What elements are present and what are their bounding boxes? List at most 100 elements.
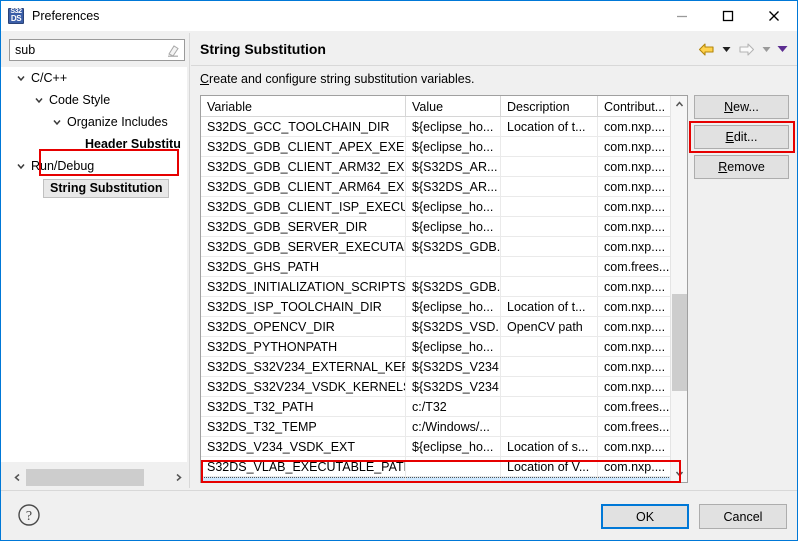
tree-item-code-style[interactable]: Code Style: [1, 89, 187, 111]
chevron-left-icon[interactable]: [9, 469, 26, 486]
cancel-button[interactable]: Cancel: [699, 504, 787, 529]
tree-item-label: Header Substitu: [85, 137, 181, 151]
table-row[interactable]: S32DS_GCC_TOOLCHAIN_DIR${eclipse_ho...Lo…: [201, 117, 687, 137]
table-row[interactable]: S32DS_S32V234_VSDK_KERNELS${S32DS_V234..…: [201, 377, 687, 397]
horizontal-scroll-thumb[interactable]: [26, 469, 144, 486]
chevron-down-icon[interactable]: [671, 465, 688, 482]
table-cell-contributor: com.nxp....: [598, 437, 669, 457]
table-row[interactable]: S32DS_PYTHONPATH${eclipse_ho...com.nxp..…: [201, 337, 687, 357]
table-cell-variable: S32DS_GDB_SERVER_EXECUTABLE_P...: [201, 237, 406, 257]
edit-button-label: dit...: [734, 130, 758, 144]
table-cell-value: c:/Windows/...: [406, 417, 501, 437]
filter-input[interactable]: sub: [9, 39, 185, 61]
table-cell-contributor: com.nxp....: [598, 457, 669, 477]
remove-button-label: emove: [727, 160, 765, 174]
table-row[interactable]: S32DS_S32V234_EXTERNAL_KERNELS${S32DS_V2…: [201, 357, 687, 377]
table-row[interactable]: S32DS_GDB_CLIENT_ISP_EXECUTAB...${eclips…: [201, 197, 687, 217]
chevron-up-icon[interactable]: [671, 96, 688, 113]
table-row[interactable]: S32DS_GDB_SERVER_EXECUTABLE_P...${S32DS_…: [201, 237, 687, 257]
table-cell-variable: S32DS_VSDK_DIR: [201, 477, 406, 483]
variables-table[interactable]: Variable Value Description Contribut... …: [200, 95, 688, 483]
column-header-variable[interactable]: Variable: [201, 96, 406, 117]
preferences-tree[interactable]: C/C++ Code Style Organize Includes Heade…: [1, 67, 187, 462]
new-button-mnemonic: N: [724, 100, 733, 114]
table-cell-value: ${S32DS_V234...: [406, 357, 501, 377]
arrow-right-icon[interactable]: [735, 39, 757, 59]
chevron-down-icon[interactable]: [13, 70, 29, 86]
column-header-description[interactable]: Description: [501, 96, 598, 117]
table-cell-description: [501, 257, 598, 277]
minimize-button[interactable]: [659, 1, 705, 31]
table-row[interactable]: S32DS_GHS_PATHcom.frees...: [201, 257, 687, 277]
table-cell-contributor: com.nxp....: [598, 337, 669, 357]
table-cell-variable: S32DS_OPENCV_DIR: [201, 317, 406, 337]
tree-item-string-substitution[interactable]: String Substitution: [1, 177, 187, 199]
table-cell-description: [501, 397, 598, 417]
table-row[interactable]: S32DS_ISP_TOOLCHAIN_DIR${eclipse_ho...Lo…: [201, 297, 687, 317]
caret-down-icon-menu[interactable]: [775, 39, 789, 59]
eraser-icon[interactable]: [165, 43, 180, 58]
maximize-button[interactable]: [705, 1, 751, 31]
table-row[interactable]: S32DS_GDB_CLIENT_ARM32_EXECU...${S32DS_A…: [201, 157, 687, 177]
tree-item-label: String Substitution: [43, 179, 169, 198]
window-controls: [659, 1, 797, 31]
table-cell-description: [501, 337, 598, 357]
table-cell-description: [501, 177, 598, 197]
edit-button[interactable]: Edit...: [694, 125, 789, 149]
table-vertical-scrollbar[interactable]: [670, 96, 687, 482]
close-button[interactable]: [751, 1, 797, 31]
edit-button-mnemonic: E: [726, 130, 734, 144]
table-cell-description: [501, 237, 598, 257]
header-divider: [191, 65, 797, 66]
table-cell-contributor: com.nxp....: [598, 477, 669, 483]
chevron-down-icon[interactable]: [49, 114, 65, 130]
tree-horizontal-scrollbar[interactable]: [9, 469, 187, 486]
table-cell-description: [501, 157, 598, 177]
tree-item-c-cpp[interactable]: C/C++: [1, 67, 187, 89]
window-title: Preferences: [32, 9, 99, 23]
table-cell-value: ${eclipse_ho...: [406, 477, 501, 483]
table-cell-variable: S32DS_GCC_TOOLCHAIN_DIR: [201, 117, 406, 137]
tree-item-header-substitution[interactable]: Header Substitu: [1, 133, 187, 155]
table-cell-description: Location of s...: [501, 437, 598, 457]
table-row[interactable]: S32DS_GDB_SERVER_DIR${eclipse_ho...com.n…: [201, 217, 687, 237]
chevron-right-icon[interactable]: [170, 469, 187, 486]
table-cell-variable: S32DS_S32V234_VSDK_KERNELS: [201, 377, 406, 397]
table-cell-contributor: com.nxp....: [598, 197, 669, 217]
table-row[interactable]: S32DS_GDB_CLIENT_APEX_EXECUTA...${eclips…: [201, 137, 687, 157]
table-row[interactable]: S32DS_GDB_CLIENT_ARM64_EXECU...${S32DS_A…: [201, 177, 687, 197]
s32ds-icon: S32 DS: [8, 8, 24, 24]
table-row[interactable]: S32DS_VLAB_EXECUTABLE_PATHLocation of V.…: [201, 457, 687, 477]
table-cell-contributor: com.nxp....: [598, 277, 669, 297]
table-cell-value: ${S32DS_GDB...: [406, 237, 501, 257]
tree-item-run-debug[interactable]: Run/Debug: [1, 155, 187, 177]
vertical-scroll-thumb[interactable]: [672, 294, 687, 391]
new-button[interactable]: New...: [694, 95, 789, 119]
caret-down-icon-back[interactable]: [719, 39, 733, 59]
table-row[interactable]: S32DS_INITIALIZATION_SCRIPTS_DIR${S32DS_…: [201, 277, 687, 297]
table-cell-variable: S32DS_GDB_CLIENT_APEX_EXECUTA...: [201, 137, 406, 157]
table-row[interactable]: S32DS_T32_TEMPc:/Windows/...com.frees...: [201, 417, 687, 437]
table-row[interactable]: S32DS_V234_VSDK_EXT${eclipse_ho...Locati…: [201, 437, 687, 457]
column-header-contributor[interactable]: Contribut...: [598, 96, 669, 117]
caret-down-icon-forward[interactable]: [759, 39, 773, 59]
table-cell-description: [501, 197, 598, 217]
table-cell-description: [501, 217, 598, 237]
panel-divider: [189, 33, 190, 488]
chevron-down-icon[interactable]: [13, 158, 29, 174]
table-row[interactable]: S32DS_OPENCV_DIR${S32DS_VSD...OpenCV pat…: [201, 317, 687, 337]
table-body: S32DS_GCC_TOOLCHAIN_DIR${eclipse_ho...Lo…: [201, 117, 687, 483]
arrow-left-icon[interactable]: [695, 39, 717, 59]
table-cell-value: ${eclipse_ho...: [406, 137, 501, 157]
table-cell-contributor: com.nxp....: [598, 217, 669, 237]
remove-button[interactable]: Remove: [694, 155, 789, 179]
table-cell-value: ${S32DS_AR...: [406, 157, 501, 177]
help-question-icon[interactable]: ?: [17, 503, 41, 527]
ok-button[interactable]: OK: [601, 504, 689, 529]
tree-item-organize-includes[interactable]: Organize Includes: [1, 111, 187, 133]
table-row[interactable]: S32DS_VSDK_DIR${eclipse_ho...VSDK pathco…: [201, 477, 687, 483]
table-row[interactable]: S32DS_T32_PATHc:/T32com.frees...: [201, 397, 687, 417]
column-header-value[interactable]: Value: [406, 96, 501, 117]
chevron-down-icon[interactable]: [31, 92, 47, 108]
page-description-rest: reate and configure string substitution …: [209, 72, 474, 86]
